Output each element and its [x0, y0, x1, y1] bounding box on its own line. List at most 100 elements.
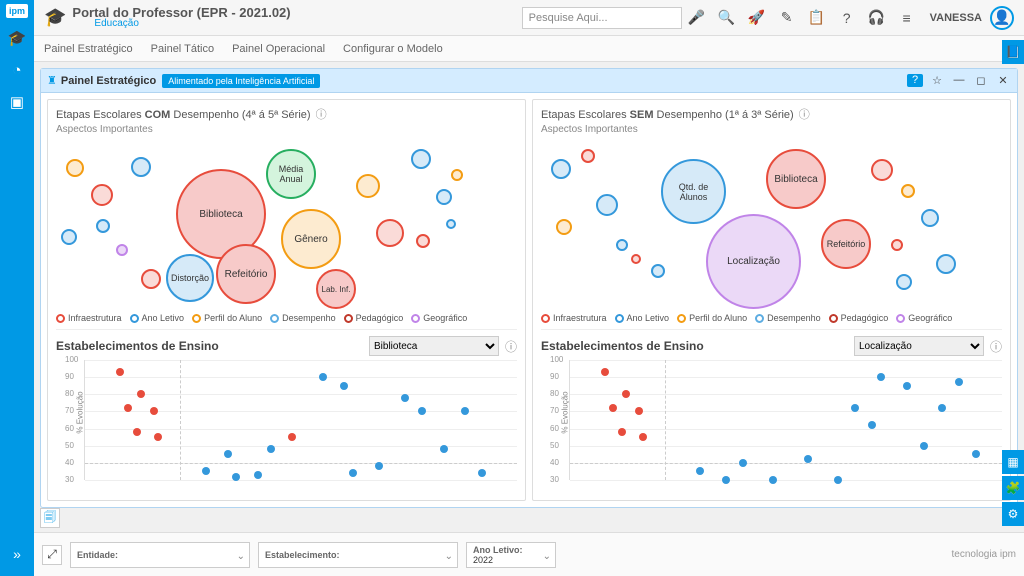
panel-close-icon[interactable]: ✕: [995, 74, 1011, 87]
right-rail-gear-icon[interactable]: ⚙: [1002, 502, 1024, 526]
nav-home-icon[interactable]: 🎓: [3, 24, 31, 52]
panel-minimize-icon[interactable]: —: [951, 74, 967, 87]
clipboard-icon[interactable]: 📋: [802, 3, 832, 33]
search-icon[interactable]: 🔍: [712, 3, 742, 33]
entidade-select[interactable]: Entidade: ⌄: [70, 542, 250, 568]
dot: [891, 239, 903, 251]
nav-chart-icon[interactable]: ◔: [3, 56, 31, 84]
subnav-configurar[interactable]: Configurar o Modelo: [343, 43, 443, 55]
scatter-point[interactable]: [877, 373, 885, 381]
scatter-point[interactable]: [478, 469, 486, 477]
scatter-point[interactable]: [154, 433, 162, 441]
headset-icon[interactable]: 🎧: [862, 3, 892, 33]
scatter-left-select[interactable]: Biblioteca: [369, 336, 499, 356]
scatter-point[interactable]: [224, 450, 232, 458]
bubble-refeitorio[interactable]: Refeitório: [216, 244, 276, 304]
bubble-biblioteca-r[interactable]: Biblioteca: [766, 149, 826, 209]
scatter-point[interactable]: [440, 445, 448, 453]
scatter-point[interactable]: [938, 404, 946, 412]
subnav-estrategico[interactable]: Painel Estratégico: [44, 43, 133, 55]
top-bar: 🎓 Portal do Professor (EPR - 2021.02) Ed…: [34, 0, 1024, 36]
estabelecimento-select[interactable]: Estabelecimento: ⌄: [258, 542, 458, 568]
right-rail-puzzle-icon[interactable]: 🧩: [1002, 476, 1024, 500]
scatter-point[interactable]: [696, 467, 704, 475]
scatter-point[interactable]: [868, 421, 876, 429]
help-icon[interactable]: ?: [832, 3, 862, 33]
dot: [556, 219, 572, 235]
scatter-point[interactable]: [340, 382, 348, 390]
scatter-right-select[interactable]: Localização: [854, 336, 984, 356]
sub-nav: Painel Estratégico Painel Tático Painel …: [34, 36, 1024, 62]
search-input[interactable]: Pesquise Aqui...: [522, 7, 682, 29]
right-rail-book-icon[interactable]: 📘: [1002, 40, 1024, 64]
chevron-down-icon: ⌄: [543, 551, 551, 562]
dot: [416, 234, 430, 248]
bubble-lab-inf[interactable]: Lab. Inf.: [316, 269, 356, 309]
scatter-point[interactable]: [639, 433, 647, 441]
scatter-point[interactable]: [461, 407, 469, 415]
dot: [116, 244, 128, 256]
scatter-point[interactable]: [635, 407, 643, 415]
rocket-icon[interactable]: 🚀: [742, 3, 772, 33]
scatter-point[interactable]: [401, 394, 409, 402]
ano-letivo-select[interactable]: Ano Letivo: 2022 ⌄: [466, 542, 556, 568]
scatter-point[interactable]: [920, 442, 928, 450]
scatter-point[interactable]: [267, 445, 275, 453]
scatter-point[interactable]: [618, 428, 626, 436]
info-icon[interactable]: ⓘ: [316, 109, 327, 121]
info-icon[interactable]: ⓘ: [505, 338, 517, 355]
bubble-refeitorio-r[interactable]: Refeitório: [821, 219, 871, 269]
subnav-operacional[interactable]: Painel Operacional: [232, 43, 325, 55]
scatter-point[interactable]: [232, 473, 240, 481]
info-icon[interactable]: ⓘ: [990, 338, 1002, 355]
scatter-point[interactable]: [150, 407, 158, 415]
bubble-localizacao[interactable]: Localização: [706, 214, 801, 309]
scatter-point[interactable]: [319, 373, 327, 381]
right-rail-grid-icon[interactable]: ▦: [1002, 450, 1024, 474]
scatter-point[interactable]: [851, 404, 859, 412]
scatter-chart-right: % Evolução 10090807060504030: [569, 360, 1002, 480]
scatter-point[interactable]: [137, 390, 145, 398]
scatter-point[interactable]: [133, 428, 141, 436]
bubble-distorcao[interactable]: Distorção: [166, 254, 214, 302]
scatter-point[interactable]: [124, 404, 132, 412]
menu-icon[interactable]: ≡: [892, 3, 922, 33]
bubble-chart-left: Biblioteca MédiaAnual Gênero Refeitório …: [56, 139, 517, 309]
scatter-point[interactable]: [722, 476, 730, 484]
scatter-point[interactable]: [116, 368, 124, 376]
scatter-point[interactable]: [202, 467, 210, 475]
scatter-point[interactable]: [609, 404, 617, 412]
scatter-point[interactable]: [739, 459, 747, 467]
mic-icon[interactable]: 🎤: [682, 3, 712, 33]
dot: [376, 219, 404, 247]
scatter-point[interactable]: [834, 476, 842, 484]
scatter-point[interactable]: [418, 407, 426, 415]
scatter-point[interactable]: [601, 368, 609, 376]
panel-help-icon[interactable]: ?: [907, 74, 923, 87]
scatter-point[interactable]: [288, 433, 296, 441]
fullscreen-icon[interactable]: ⤢: [42, 545, 62, 565]
scatter-point[interactable]: [769, 476, 777, 484]
edit-icon[interactable]: ✎: [772, 3, 802, 33]
scatter-point[interactable]: [254, 471, 262, 479]
scatter-point[interactable]: [349, 469, 357, 477]
user-avatar-icon[interactable]: 👤: [990, 6, 1014, 30]
scatter-point[interactable]: [375, 462, 383, 470]
page-notes-icon[interactable]: 🗐: [40, 508, 60, 528]
nav-screen-icon[interactable]: ▣: [3, 88, 31, 116]
scatter-point[interactable]: [622, 390, 630, 398]
scatter-point[interactable]: [955, 378, 963, 386]
bubble-media-anual[interactable]: MédiaAnual: [266, 149, 316, 199]
expand-rail-icon[interactable]: »: [3, 540, 31, 568]
subnav-tatico[interactable]: Painel Tático: [151, 43, 214, 55]
info-icon[interactable]: ⓘ: [799, 109, 810, 121]
panel-header: ♜ Painel Estratégico Alimentado pela Int…: [41, 69, 1017, 93]
bubble-qtd-alunos[interactable]: Qtd. deAlunos: [661, 159, 726, 224]
bubble-genero[interactable]: Gênero: [281, 209, 341, 269]
scatter-point[interactable]: [972, 450, 980, 458]
panel-star-icon[interactable]: ☆: [929, 74, 945, 87]
scatter-point[interactable]: [903, 382, 911, 390]
panel-maximize-icon[interactable]: ◻: [973, 74, 989, 87]
dot: [631, 254, 641, 264]
scatter-point[interactable]: [804, 455, 812, 463]
